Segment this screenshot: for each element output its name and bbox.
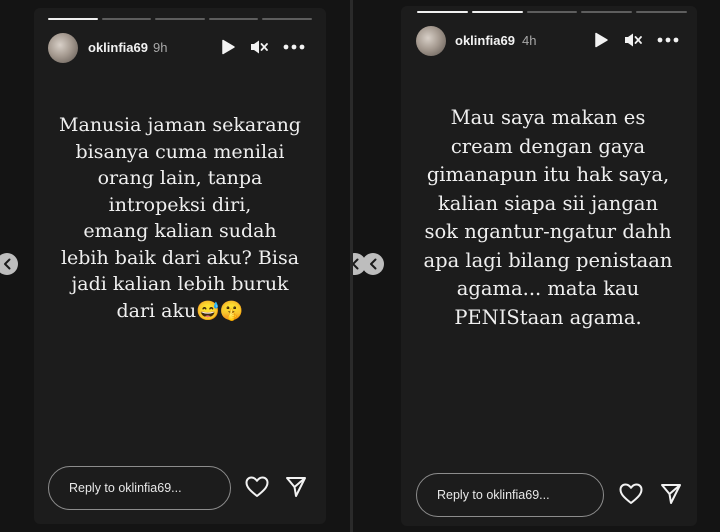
progress-segment (581, 11, 633, 13)
progress-segment (48, 18, 98, 20)
story-time: 9h (153, 40, 168, 55)
story-progress-bar (417, 11, 687, 13)
username[interactable]: oklinfia69 (88, 40, 148, 55)
story-text: Mau saya makan es cream dengan gaya gima… (405, 104, 691, 332)
previous-story-button[interactable] (0, 253, 18, 275)
story-time: 4h (522, 33, 537, 48)
progress-segment (636, 11, 687, 13)
progress-segment (262, 18, 312, 20)
story-panel-right: oklinfia69 4h Mau saya makan es cream de… (353, 0, 720, 532)
avatar[interactable] (416, 26, 446, 56)
avatar[interactable] (48, 33, 78, 63)
progress-segment (417, 11, 468, 13)
story-line: kalian siapa sii jangan (437, 191, 659, 215)
story-progress-bar (48, 18, 312, 20)
progress-segment (208, 18, 259, 20)
story-line: jadi kalian lebih buruk (71, 273, 289, 295)
reply-input[interactable]: Reply to oklinfia69... (48, 466, 231, 510)
previous-story-button[interactable] (362, 253, 384, 275)
paper-plane-icon[interactable] (285, 476, 307, 498)
story-line: emang kalian sudah (83, 220, 277, 242)
chevron-left-icon (4, 258, 11, 270)
reply-input[interactable]: Reply to oklinfia69... (416, 473, 604, 517)
chevron-left-icon (353, 258, 359, 270)
story-line: PENIStaan agama. (454, 305, 642, 329)
story-line: intropeksi diri, (108, 193, 252, 216)
progress-segment (101, 18, 152, 20)
username[interactable]: oklinfia69 (455, 33, 515, 48)
heart-icon[interactable] (245, 476, 269, 498)
story-line: agama... mata kau (456, 277, 640, 300)
story-line: cream dengan gaya (450, 134, 646, 158)
progress-segment (471, 11, 523, 13)
heart-icon[interactable] (619, 483, 643, 505)
chevron-left-icon (370, 258, 377, 270)
story-line: Mau saya makan es (450, 106, 646, 129)
speaker-muted-icon[interactable] (624, 32, 642, 48)
story-line: bisanya cuma menilai (75, 140, 285, 163)
story-line: gimanapun itu hak saya, (426, 163, 670, 186)
play-icon[interactable] (220, 39, 236, 55)
story-line: sok ngantur-ngatur dahh (424, 220, 672, 243)
story-line: Manusia jaman sekarang (59, 114, 301, 136)
story-line: orang lain, tanpa (97, 167, 263, 189)
more-horizontal-icon[interactable] (657, 37, 679, 43)
play-icon[interactable] (593, 32, 609, 48)
story-line: dari aku😅🤫 (116, 299, 244, 322)
paper-plane-icon[interactable] (660, 483, 682, 505)
progress-segment (526, 11, 578, 13)
story-panel-left: oklinfia69 9h Manusia jaman sekarang bis… (0, 0, 350, 532)
story-line: lebih baik dari aku? Bisa (60, 246, 300, 269)
more-horizontal-icon[interactable] (283, 44, 305, 50)
story-text: Manusia jaman sekarang bisanya cuma meni… (44, 112, 316, 324)
story-line: apa lagi bilang penistaan (423, 248, 673, 272)
speaker-muted-icon[interactable] (250, 39, 268, 55)
progress-segment (155, 18, 205, 20)
